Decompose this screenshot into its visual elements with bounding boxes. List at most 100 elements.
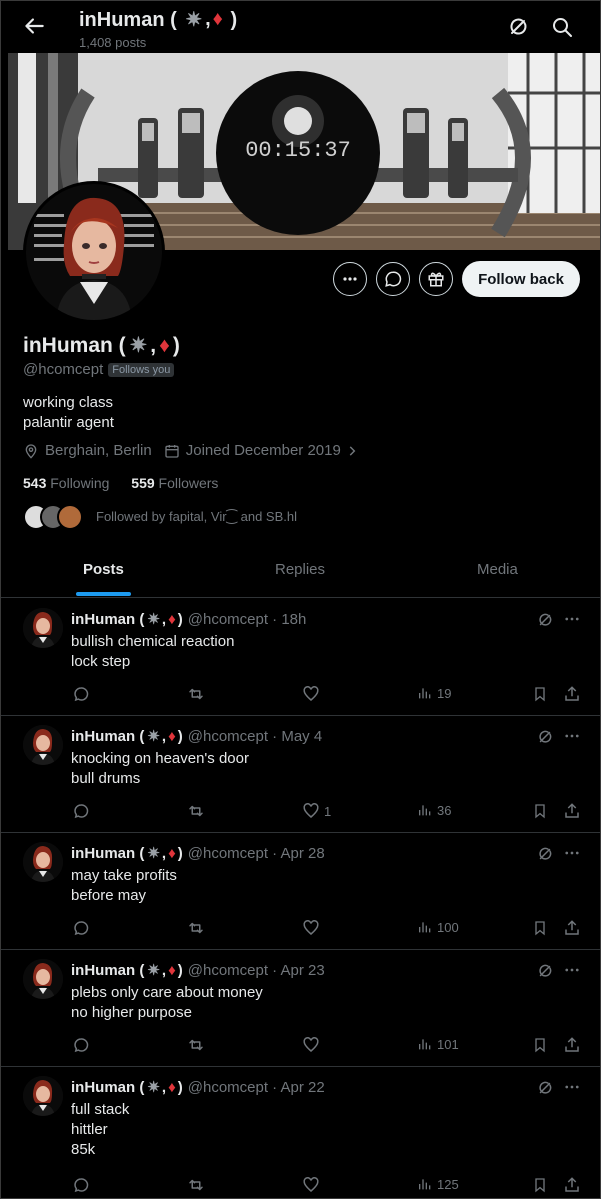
star-icon: ✷ [147,728,160,745]
post-author[interactable]: inHuman ( ✷, ♦ ) [71,727,183,746]
profile-name: inHuman ( ✷, ♦ ) [23,333,180,358]
gift-button[interactable] [419,262,453,296]
bio-line: palantir agent [23,414,114,431]
views-button[interactable]: 19 [417,685,451,701]
grok-icon[interactable] [536,611,554,629]
post-author[interactable]: inHuman ( ✷, ♦ ) [71,610,183,629]
profile-avatar[interactable] [23,181,165,323]
search-icon[interactable] [550,15,574,39]
reply-button[interactable] [72,919,94,937]
chevron-right-icon[interactable] [345,444,359,458]
followers-link[interactable]: 559 Followers [131,475,218,491]
profile-name-tail: ) [172,333,180,357]
post-line: plebs only care about money [71,984,263,1001]
post-handle-time: @hcomcept · Apr 28 [187,844,325,862]
repost-icon [189,805,203,817]
views-button[interactable]: 101 [417,1036,459,1052]
star-icon: ✷ [185,9,203,31]
views-button[interactable]: 36 [417,802,451,818]
like-button[interactable] [302,919,324,937]
header-title-text: inHuman ( [79,9,177,31]
share-button[interactable] [563,802,585,820]
post[interactable]: inHuman ( ✷, ♦ ) @hcomcept · Apr 23 plebs… [1,949,600,1067]
post-handle-time: @hcomcept · Apr 22 [187,1078,325,1096]
bookmark-button[interactable] [532,685,552,703]
post-author[interactable]: inHuman ( ✷, ♦ ) [71,961,183,980]
like-button[interactable] [302,685,324,703]
more-icon[interactable] [563,610,581,628]
repost-icon [189,922,203,934]
followers-label: Followers [158,475,219,491]
post[interactable]: inHuman ( ✷, ♦ ) @hcomcept · May 4 knocki… [1,715,600,833]
tab-posts[interactable]: Posts [83,561,124,578]
like-button[interactable] [302,1176,324,1194]
post[interactable]: inHuman ( ✷, ♦ ) @hcomcept · Apr 28 may t… [1,832,600,950]
reply-button[interactable] [72,1176,94,1194]
reply-button[interactable] [72,685,94,703]
avatar[interactable] [23,608,63,648]
post-author[interactable]: inHuman ( ✷, ♦ ) [71,844,183,863]
tab-replies[interactable]: Replies [275,561,325,578]
profile-screen: inHuman ( ✷, ♦ ) 1,408 posts 00:15:37 Fo… [0,0,601,1199]
repost-button[interactable] [187,919,209,937]
post-handle-time: @hcomcept · 18h [187,610,307,628]
star-icon: ✷ [147,1079,160,1096]
calendar-icon [165,444,179,458]
share-button[interactable] [563,1036,585,1054]
reply-icon [74,804,89,819]
grok-icon[interactable] [536,845,554,863]
followed-by[interactable]: Followed by fapital, Vir⁐ and SB.hl [23,504,297,530]
post-author[interactable]: inHuman ( ✷, ♦ ) [71,1078,183,1097]
share-icon [565,920,579,935]
avatar[interactable] [23,842,63,882]
repost-button[interactable] [187,802,209,820]
message-icon [385,271,402,287]
reply-button[interactable] [72,1036,94,1054]
grok-icon[interactable] [506,15,530,39]
reply-button[interactable] [72,802,94,820]
more-icon[interactable] [563,961,581,979]
more-icon[interactable] [563,1078,581,1096]
grok-icon[interactable] [536,1079,554,1097]
grok-icon[interactable] [536,962,554,980]
symbols: ✷, ♦ [185,8,223,31]
views-count: 100 [437,919,459,935]
post-line: bull drums [71,770,141,787]
bookmark-button[interactable] [532,1036,552,1054]
repost-button[interactable] [187,685,209,703]
share-button[interactable] [563,685,585,703]
more-icon[interactable] [563,844,581,862]
bookmark-button[interactable] [532,802,552,820]
back-arrow-icon[interactable] [21,13,47,39]
diamond-icon: ♦ [212,8,223,30]
bookmark-button[interactable] [532,919,552,937]
following-link[interactable]: 543 Following [23,475,109,491]
tab-media[interactable]: Media [477,561,518,578]
post-author-name: inHuman ( [71,844,145,862]
views-icon [419,1039,431,1050]
repost-button[interactable] [187,1036,209,1054]
post-line: bullish chemical reaction [71,633,235,650]
like-button[interactable]: 1 [302,802,331,820]
avatar[interactable] [23,959,63,999]
avatar[interactable] [23,1076,63,1116]
bookmark-button[interactable] [532,1176,552,1194]
post-text: knocking on heaven's door bull drums [71,749,249,789]
views-button[interactable]: 125 [417,1176,459,1192]
share-button[interactable] [563,919,585,937]
post[interactable]: inHuman ( ✷, ♦ ) @hcomcept · 18h bullish … [1,598,600,716]
share-button[interactable] [563,1176,585,1194]
avatar[interactable] [23,725,63,765]
post-line: may take profits [71,867,177,884]
grok-icon[interactable] [536,728,554,746]
post-line: hittler [71,1121,108,1138]
more-icon[interactable] [563,727,581,745]
repost-button[interactable] [187,1176,209,1194]
post[interactable]: inHuman ( ✷, ♦ ) @hcomcept · Apr 22 full … [1,1066,600,1198]
views-button[interactable]: 100 [417,919,459,935]
like-button[interactable] [302,1036,324,1054]
message-button[interactable] [376,262,410,296]
post-line: lock step [71,653,131,670]
more-button[interactable] [333,262,367,296]
follow-back-button[interactable]: Follow back [462,261,580,297]
